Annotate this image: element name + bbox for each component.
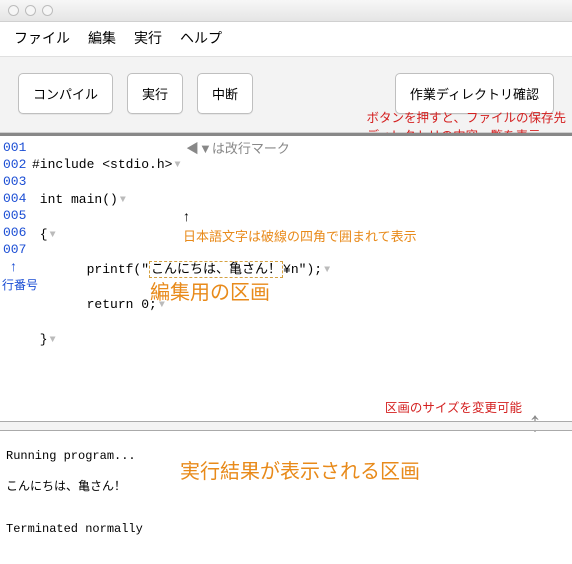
code-text: int main()	[32, 192, 118, 207]
arrow-up-icon: ↑	[10, 258, 17, 274]
line-number: 003	[3, 173, 28, 190]
code-text: {	[32, 227, 48, 242]
output-pane[interactable]: Running program... こんにちは、亀さん！ Terminated…	[0, 431, 572, 531]
code-text: return 0;	[32, 297, 157, 312]
newline-mark-icon: ▼	[50, 335, 56, 346]
menu-edit[interactable]: 編集	[88, 28, 116, 48]
workdir-button[interactable]: 作業ディレクトリ確認	[395, 73, 554, 114]
menu-help[interactable]: ヘルプ	[180, 28, 222, 48]
annotation-resize: 区画のサイズを変更可能	[385, 400, 522, 418]
annotation-output-pane: 実行結果が表示される区画	[180, 455, 420, 485]
annotation-editor-pane: 編集用の区画	[150, 276, 270, 305]
newline-mark-icon: ▼	[50, 230, 56, 241]
line-number: 002	[3, 156, 28, 173]
menu-file[interactable]: ファイル	[14, 28, 70, 48]
close-icon[interactable]	[8, 5, 19, 16]
code-text: ¥n");	[283, 262, 322, 277]
menubar: ファイル 編集 実行 ヘルプ	[0, 22, 572, 57]
zoom-icon[interactable]	[42, 5, 53, 16]
arrow-up-icon: ↑	[183, 208, 190, 224]
run-button[interactable]: 実行	[127, 73, 183, 114]
code-text: #include <stdio.h>	[32, 157, 172, 172]
line-number: 007	[3, 241, 28, 258]
menu-run[interactable]: 実行	[134, 28, 162, 48]
annotation-japanese-box: 日本語文字は破線の四角で囲まれて表示	[183, 226, 417, 245]
newline-mark-icon: ▼	[324, 265, 330, 276]
pane-splitter[interactable]	[0, 421, 572, 431]
window-titlebar	[0, 0, 572, 22]
compile-button[interactable]: コンパイル	[18, 73, 113, 114]
line-number: 005	[3, 207, 28, 224]
stop-button[interactable]: 中断	[197, 73, 253, 114]
newline-mark-icon: ▼	[120, 195, 126, 206]
minimize-icon[interactable]	[25, 5, 36, 16]
editor-pane[interactable]: 001 002 003 004 005 006 007 #include <st…	[0, 133, 572, 421]
line-number: 006	[3, 224, 28, 241]
annotation-newline-mark: ◀▼は改行マーク	[186, 138, 290, 157]
line-number: 001	[3, 139, 28, 156]
newline-mark-icon: ▼	[174, 160, 180, 171]
annotation-line-number: 行番号	[2, 276, 38, 293]
output-line: Terminated normally	[6, 522, 566, 536]
line-number: 004	[3, 190, 28, 207]
code-text: printf("	[32, 262, 149, 277]
code-text: }	[32, 332, 48, 347]
